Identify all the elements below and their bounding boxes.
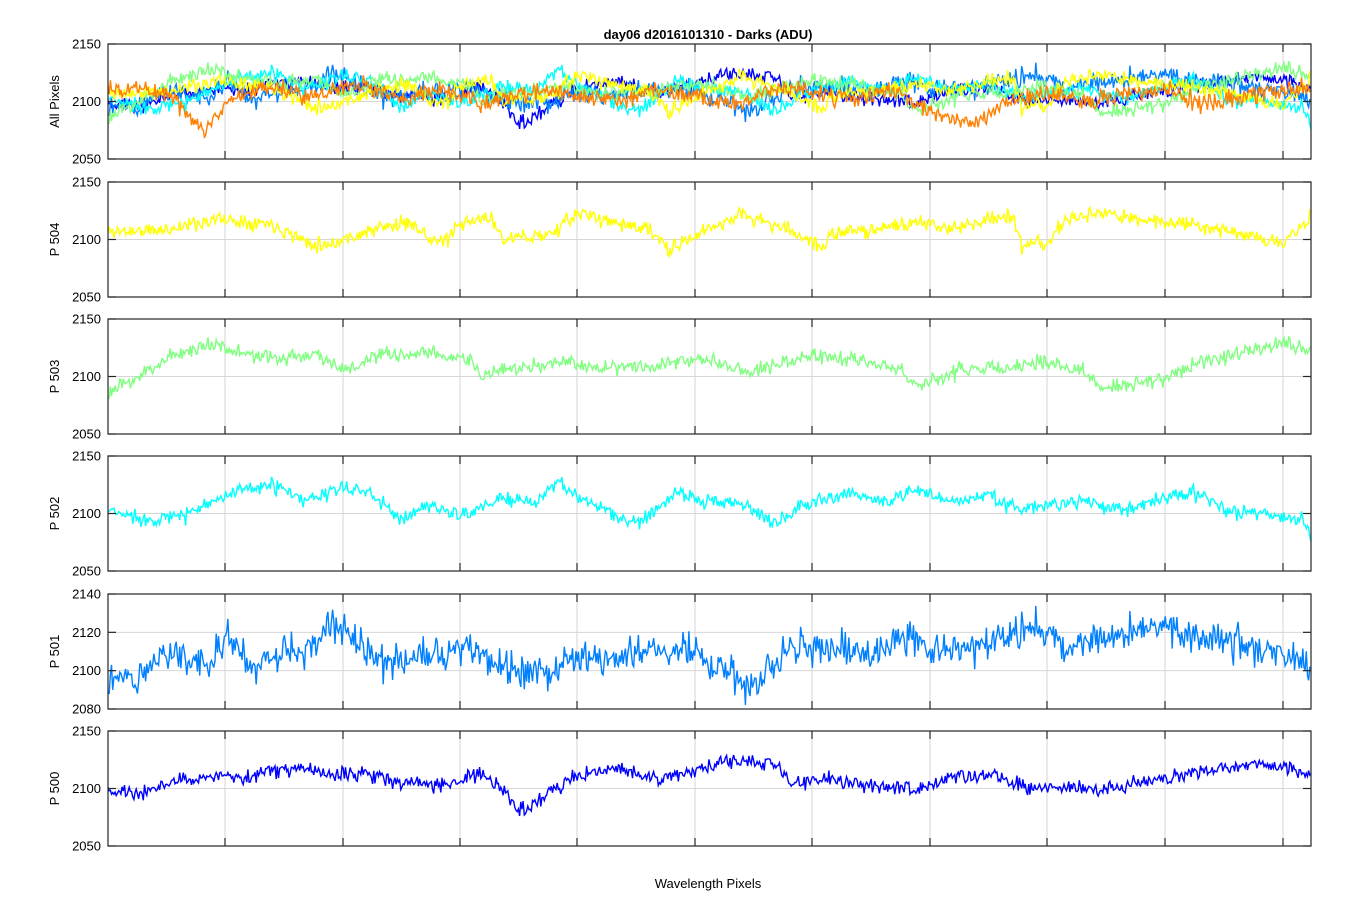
y-tick-label: 2120: [72, 625, 101, 640]
y-tick-label: 2150: [72, 724, 101, 739]
series-group: [108, 335, 1311, 400]
y-tick-label: 2140: [72, 587, 101, 602]
y-tick-label: 2050: [72, 427, 101, 442]
panel-2: 2150 2100 2050 P 504: [47, 175, 1312, 305]
y-tick-label: 2050: [72, 152, 101, 167]
y-tick-label: 2150: [72, 312, 101, 327]
y-tick-label: 2100: [72, 369, 101, 384]
panel-1: 2150 2100 2050 All Pixels: [47, 37, 1312, 167]
y-tick-label: 2150: [72, 449, 101, 464]
panels: 215021002050All Pixels215021002050P 5042…: [47, 37, 1312, 854]
y-tick-label: 2050: [72, 290, 101, 305]
series-line-p-502: [108, 476, 1311, 543]
y-tick-label: 2100: [72, 663, 101, 678]
series-group: [108, 476, 1311, 543]
series-group: [108, 753, 1311, 817]
y-tick-label: 2100: [72, 232, 101, 247]
panel-6: 2150 2100 2050 P 500: [47, 724, 1312, 854]
series-group: [108, 205, 1311, 259]
y-axis-label: P 500: [47, 772, 62, 806]
y-tick-label: 2100: [72, 94, 101, 109]
y-axis-label: All Pixels: [47, 75, 62, 128]
y-axis-label: P 504: [47, 223, 62, 257]
y-axis-label: P 501: [47, 635, 62, 669]
x-axis-label: Wavelength Pixels: [655, 876, 762, 891]
panel-4: 2150 2100 2050 P 502: [47, 449, 1312, 579]
y-axis-label: P 502: [47, 497, 62, 531]
y-tick-label: 2150: [72, 37, 101, 52]
y-tick-label: 2050: [72, 564, 101, 579]
panel-5: 2140 2120 2100 2080 P 501: [47, 587, 1312, 717]
y-tick-label: 2080: [72, 702, 101, 717]
panel-3: 2150 2100 2050 P 503: [47, 312, 1312, 442]
series-group: [108, 605, 1311, 706]
y-axis-label: P 503: [47, 360, 62, 394]
series-line-p-501: [108, 605, 1311, 706]
y-tick-label: 2150: [72, 175, 101, 190]
chart-title: day06 d2016101310 - Darks (ADU): [604, 27, 813, 42]
y-tick-label: 2100: [72, 506, 101, 521]
series-line-p-503: [108, 335, 1311, 400]
series-group: [108, 60, 1311, 139]
y-tick-label: 2100: [72, 781, 101, 796]
figure: day06 d2016101310 - Darks (ADU) 2150 2100…: [47, 27, 1312, 891]
series-line-p-504: [108, 205, 1311, 259]
y-tick-label: 2050: [72, 839, 101, 854]
series-line-p-500: [108, 753, 1311, 817]
